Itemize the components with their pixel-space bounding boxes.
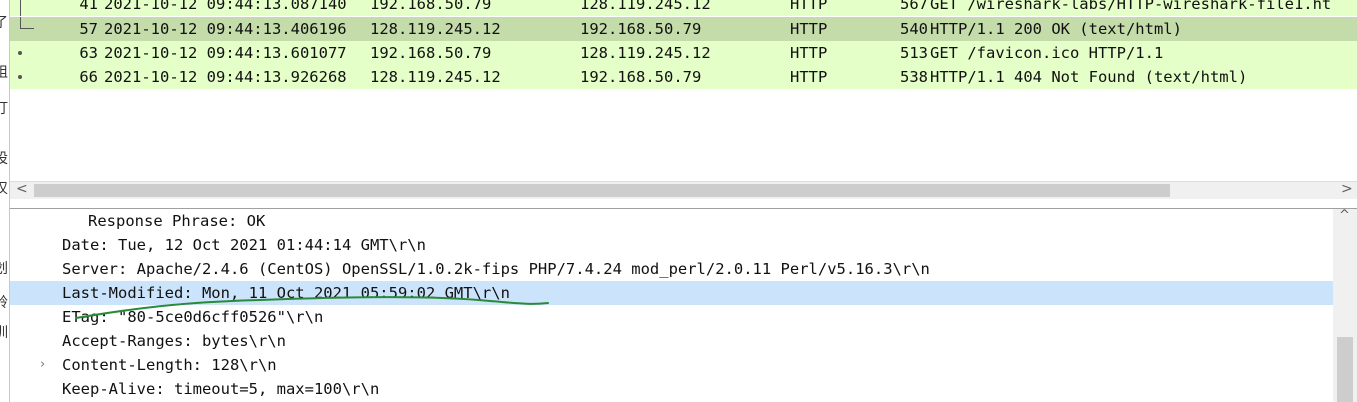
packet-row[interactable]: 63 2021-10-12 09:44:13.601077 192.168.50… — [10, 41, 1357, 65]
detail-line[interactable]: Keep-Alive: timeout=5, max=100\r\n — [10, 377, 1333, 401]
background-glyph-fragment: 汉 — [0, 178, 8, 198]
packet-length: 540 — [900, 20, 928, 38]
detail-line[interactable]: Server: Apache/2.4.6 (CentOS) OpenSSL/1.… — [10, 257, 1333, 281]
background-window-edge: 了姐汀设汉划铃训 — [0, 0, 10, 402]
packet-row[interactable]: 66 2021-10-12 09:44:13.926268 128.119.24… — [10, 65, 1357, 89]
packet-destination: 128.119.245.12 — [580, 0, 711, 13]
detail-line-text: Response Phrase: OK — [88, 212, 266, 230]
background-glyph-fragment: 设 — [0, 148, 8, 168]
packet-row[interactable]: 41 2021-10-12 09:44:13.087140 192.168.50… — [10, 0, 1357, 16]
packet-time: 2021-10-12 09:44:13.926268 — [104, 68, 347, 86]
packet-length: 513 — [900, 44, 928, 62]
background-glyph-fragment: 划 — [0, 258, 8, 278]
packet-destination: 192.168.50.79 — [580, 68, 702, 86]
background-glyph-fragment: 训 — [0, 322, 8, 342]
detail-line-text: Last-Modified: Mon, 11 Oct 2021 05:59:02… — [62, 284, 510, 302]
packet-number: 63 — [79, 44, 98, 62]
packet-number: 57 — [79, 20, 98, 38]
detail-line-text: Keep-Alive: timeout=5, max=100\r\n — [62, 380, 380, 398]
packet-protocol: HTTP — [790, 20, 828, 38]
packet-row-selected[interactable]: 57 2021-10-12 09:44:13.406196 128.119.24… — [10, 17, 1357, 41]
packet-time: 2021-10-12 09:44:13.087140 — [104, 0, 347, 13]
packet-protocol: HTTP — [790, 44, 828, 62]
packet-length: 538 — [900, 68, 928, 86]
scroll-right-arrow-icon[interactable]: > — [1341, 181, 1353, 197]
packet-source: 192.168.50.79 — [370, 44, 492, 62]
related-packet-marker — [10, 0, 40, 16]
packet-time: 2021-10-12 09:44:13.601077 — [104, 44, 347, 62]
background-glyph-fragment: 姐 — [0, 62, 8, 82]
packet-destination: 128.119.245.12 — [580, 44, 711, 62]
packet-info: GET /favicon.ico HTTP/1.1 — [930, 44, 1164, 62]
horizontal-scroll-thumb[interactable] — [34, 184, 1170, 197]
detail-line-text: Accept-Ranges: bytes\r\n — [62, 332, 286, 350]
detail-line[interactable]: ETag: "80-5ce0d6cff0526"\r\n — [10, 305, 1333, 329]
background-glyph-fragment: 铃 — [0, 292, 8, 312]
related-packet-marker — [10, 17, 40, 41]
detail-line-text: ETag: "80-5ce0d6cff0526"\r\n — [62, 308, 324, 326]
packet-protocol: HTTP — [790, 68, 828, 86]
packet-info: HTTP/1.1 200 OK (text/html) — [930, 20, 1182, 38]
vertical-scroll-thumb[interactable] — [1337, 337, 1353, 402]
expand-chevron-icon[interactable]: › — [40, 353, 45, 377]
packet-info: HTTP/1.1 404 Not Found (text/html) — [930, 68, 1248, 86]
background-glyph-fragment: 汀 — [0, 98, 8, 118]
detail-line-text: Date: Tue, 12 Oct 2021 01:44:14 GMT\r\n — [62, 236, 426, 254]
packet-source: 128.119.245.12 — [370, 20, 501, 38]
detail-line-text: Content-Length: 128\r\n — [62, 356, 277, 374]
detail-line-expandable[interactable]: › Content-Length: 128\r\n — [10, 353, 1333, 377]
packet-time: 2021-10-12 09:44:13.406196 — [104, 20, 347, 38]
packet-number: 41 — [79, 0, 98, 13]
packet-protocol: HTTP — [790, 0, 828, 13]
vertical-scrollbar[interactable]: ^ — [1333, 208, 1357, 402]
scroll-left-arrow-icon[interactable]: < — [16, 181, 28, 197]
related-packet-marker — [10, 41, 40, 65]
packet-length: 567 — [900, 0, 928, 13]
detail-line[interactable]: Date: Tue, 12 Oct 2021 01:44:14 GMT\r\n — [10, 233, 1333, 257]
detail-line-highlighted[interactable]: Last-Modified: Mon, 11 Oct 2021 05:59:02… — [10, 281, 1333, 305]
packet-list: 41 2021-10-12 09:44:13.087140 192.168.50… — [10, 0, 1357, 181]
packet-destination: 192.168.50.79 — [580, 20, 702, 38]
detail-line[interactable]: Response Phrase: OK — [10, 209, 1333, 233]
packet-number: 66 — [79, 68, 98, 86]
scroll-up-arrow-icon[interactable]: ^ — [1339, 208, 1350, 223]
horizontal-scrollbar[interactable]: < > — [10, 181, 1357, 199]
packet-details-pane: Response Phrase: OK Date: Tue, 12 Oct 20… — [10, 208, 1357, 402]
packet-source: 128.119.245.12 — [370, 68, 501, 86]
packet-source: 192.168.50.79 — [370, 0, 492, 13]
related-packet-marker — [10, 65, 40, 89]
background-glyph-fragment: 了 — [0, 12, 8, 32]
detail-line-text: Server: Apache/2.4.6 (CentOS) OpenSSL/1.… — [62, 260, 930, 278]
packet-info: GET /wireshark-labs/HTTP-wireshark-file1… — [930, 0, 1332, 13]
detail-line[interactable]: Accept-Ranges: bytes\r\n — [10, 329, 1333, 353]
